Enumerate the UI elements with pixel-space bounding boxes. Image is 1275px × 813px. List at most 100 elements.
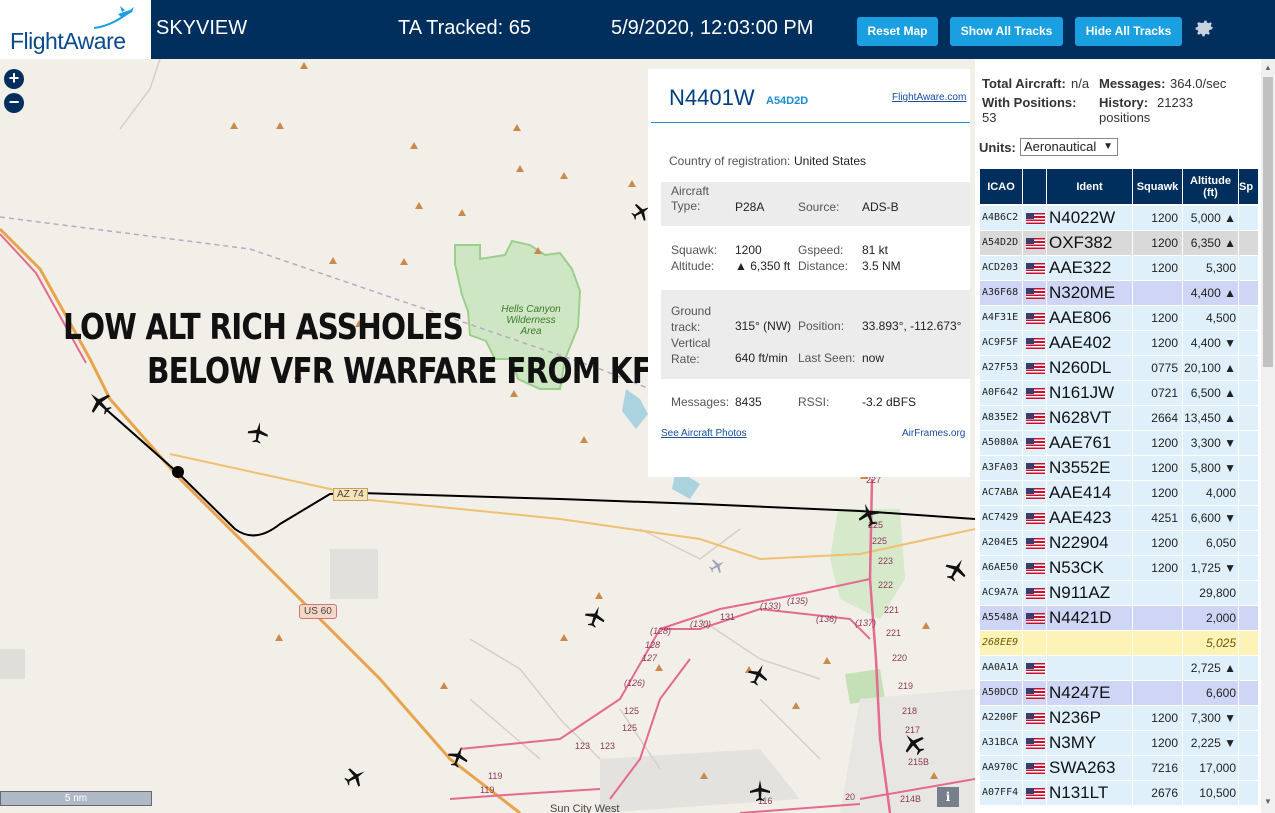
with-positions-label: With Positions: [982, 95, 1077, 110]
aircraft-photos-link[interactable]: See Aircraft Photos [661, 428, 747, 439]
table-row[interactable]: AA970C SWA263 7216 17,000 [980, 756, 1258, 781]
table-row[interactable]: A5548A N4421D 2,000 [980, 606, 1258, 631]
us-flag-icon [1026, 563, 1045, 574]
gear-icon[interactable] [1192, 16, 1216, 40]
aircraft-icon-ghost[interactable] [708, 557, 726, 575]
cell-squawk: 2664 [1133, 406, 1182, 430]
table-row[interactable]: A36F68 N320ME 4,400 ▲ [980, 281, 1258, 306]
road-number: 123 [600, 741, 616, 751]
column-header-speed[interactable]: Sp [1239, 169, 1258, 204]
cell-speed [1239, 356, 1258, 380]
table-row[interactable]: A0F642 N161JW 0721 6,500 ▲ [980, 381, 1258, 406]
cell-icao: AC7ABA [980, 481, 1022, 505]
cell-icao: A27F53 [980, 356, 1022, 380]
aircraft-icon[interactable] [943, 557, 969, 583]
last-seen-value: now [862, 351, 885, 365]
table-row[interactable]: A4B6C2 N4022W 1200 5,000 ▲ [980, 206, 1258, 231]
scrollbar[interactable]: ▲ ▼ [1261, 59, 1275, 813]
flightaware-link[interactable]: FlightAware.com [892, 92, 966, 103]
aircraft-icon[interactable] [901, 731, 927, 757]
cell-squawk: 1200 [1133, 731, 1182, 755]
table-row[interactable]: A54D2D OXF382 1200 6,350 ▲ [980, 231, 1258, 256]
us-flag-icon [1026, 263, 1045, 274]
scrollbar-thumb[interactable] [1263, 77, 1273, 367]
road-number: 125 [622, 723, 638, 733]
app-title: SKYVIEW [156, 17, 248, 39]
scroll-down-icon[interactable]: ▼ [1264, 797, 1272, 806]
aircraft-icon[interactable] [343, 765, 367, 789]
cell-speed [1239, 656, 1258, 680]
aircraft-detail-panel: N4401W A54D2D FlightAware.com Country of… [648, 69, 970, 477]
table-row[interactable]: AC7ABA AAE414 1200 4,000 [980, 481, 1258, 506]
road-number: 119 [480, 785, 495, 795]
road-number: 215B [908, 757, 930, 767]
table-row[interactable]: A204E5 N22904 1200 6,050 [980, 531, 1258, 556]
table-row[interactable]: A50DCD N4247E 6,600 [980, 681, 1258, 706]
airframes-link[interactable]: AirFrames.org [902, 428, 965, 439]
zoom-in-button[interactable]: + [4, 69, 24, 89]
table-row[interactable]: A835E2 N628VT 2664 13,450 ▲ [980, 406, 1258, 431]
cell-ident: N3552E [1047, 456, 1132, 480]
cell-icao: A835E2 [980, 406, 1022, 430]
gspeed-value: 81 kt [862, 243, 889, 257]
aircraft-icon[interactable] [746, 663, 770, 687]
cell-ident: SWA263 [1047, 756, 1132, 780]
cell-ident: AAE423 [1047, 506, 1132, 530]
table-row[interactable]: A5080A AAE761 1200 3,300 ▼ [980, 431, 1258, 456]
us-flag-icon [1026, 788, 1045, 799]
aircraft-type-label: Aircraft Type: [671, 184, 710, 213]
cell-speed [1239, 231, 1258, 255]
cell-icao: A4B6C2 [980, 206, 1022, 230]
table-row[interactable]: A6AE50 N53CK 1200 1,725 ▼ [980, 556, 1258, 581]
cell-icao: AC7429 [980, 506, 1022, 530]
aircraft-icon[interactable] [246, 421, 270, 445]
aircraft-icon[interactable] [748, 779, 772, 803]
cell-squawk: 1200 [1133, 456, 1182, 480]
table-row[interactable]: AC9A7A N911AZ 29,800 [980, 581, 1258, 606]
zoom-out-button[interactable]: − [4, 93, 24, 113]
table-row[interactable]: AC9F5F AAE402 1200 4,400 ▼ [980, 331, 1258, 356]
aircraft-icon[interactable] [446, 745, 470, 769]
column-header-squawk[interactable]: Squawk [1133, 169, 1182, 204]
scroll-up-icon[interactable]: ▲ [1264, 63, 1272, 72]
column-header-ident[interactable]: Ident [1047, 169, 1132, 204]
rssi-label: RSSI: [798, 395, 830, 409]
aircraft-icon[interactable] [583, 605, 607, 629]
altitude-label: Altitude: [671, 259, 715, 273]
road-number: (135) [787, 596, 809, 606]
aircraft-icon[interactable] [856, 502, 882, 528]
flightaware-logo[interactable]: FlightAware [0, 0, 151, 59]
last-seen-label: Last Seen: [798, 351, 856, 365]
cell-squawk: 1200 [1133, 431, 1182, 455]
table-row[interactable]: A27F53 N260DL 0775 20,100 ▲ [980, 356, 1258, 381]
cell-flag [1023, 306, 1046, 330]
arterial-road [459, 578, 871, 750]
cell-squawk: 1200 [1133, 206, 1182, 230]
table-row[interactable]: A2200F N236P 1200 7,300 ▼ [980, 706, 1258, 731]
column-header-icao[interactable]: ICAO [980, 169, 1022, 204]
us-flag-icon [1026, 538, 1045, 549]
table-row[interactable]: 268EE9 5,025 [980, 631, 1258, 656]
table-row[interactable]: ACD203 AAE322 1200 5,300 [980, 256, 1258, 281]
hide-all-tracks-button[interactable]: Hide All Tracks [1075, 17, 1182, 46]
table-row[interactable]: A3FA03 N3552E 1200 5,800 ▼ [980, 456, 1258, 481]
column-header-flag[interactable] [1023, 169, 1046, 204]
info-icon[interactable]: i [937, 787, 959, 807]
table-row[interactable]: A31BCA N3MY 1200 2,225 ▼ [980, 731, 1258, 756]
show-all-tracks-button[interactable]: Show All Tracks [950, 17, 1063, 46]
cell-altitude: 6,050 [1183, 531, 1238, 555]
aircraft-icon-selected[interactable] [86, 389, 114, 417]
table-row[interactable]: AC7429 AAE423 4251 6,600 ▼ [980, 506, 1258, 531]
cell-speed [1239, 631, 1258, 655]
cell-ident: N4022W [1047, 206, 1132, 230]
cell-flag [1023, 706, 1046, 730]
units-select-value: Aeronautical [1024, 139, 1097, 154]
table-row[interactable]: AA0A1A 2,725 ▲ [980, 656, 1258, 681]
source-value: ADS-B [862, 200, 899, 214]
scale-bar: 5 nm [0, 791, 152, 806]
table-row[interactable]: A4F31E AAE806 1200 4,500 [980, 306, 1258, 331]
reset-map-button[interactable]: Reset Map [857, 17, 938, 46]
column-header-altitude[interactable]: Altitude (ft) [1183, 169, 1238, 204]
table-row[interactable]: A07FF4 N131LT 2676 10,500 [980, 781, 1258, 806]
units-select[interactable]: Aeronautical ▼ [1020, 138, 1118, 156]
